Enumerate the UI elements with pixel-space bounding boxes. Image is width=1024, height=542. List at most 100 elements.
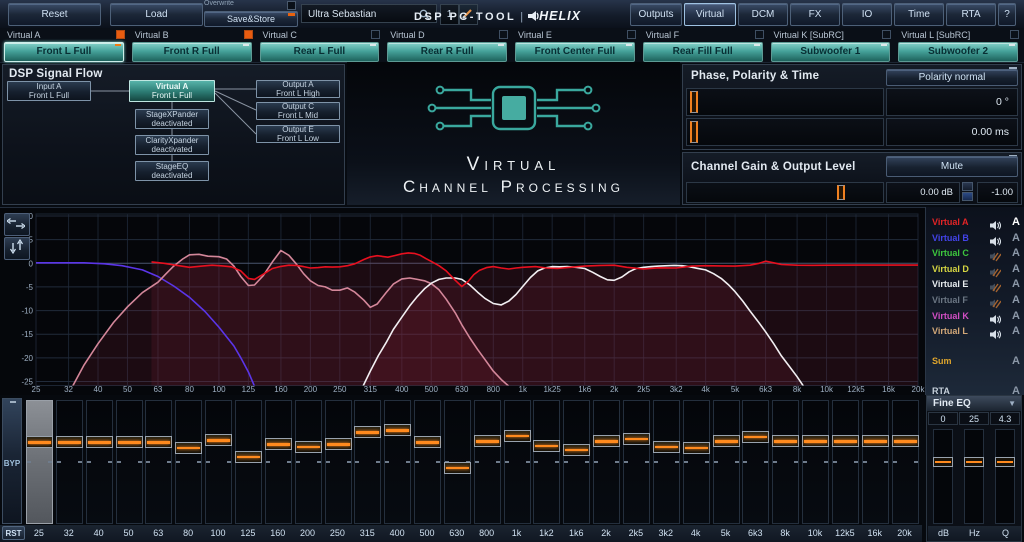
speaker-tab-subwoofer-1[interactable]: Subwoofer 1 [771,42,891,62]
eq-band-handle-500[interactable] [414,436,441,448]
legend-channel-label[interactable]: Virtual A [932,217,969,227]
muted-speaker-icon[interactable] [990,249,1001,260]
channel-a-badge[interactable]: A [1012,325,1020,337]
legend-channel-label[interactable]: Virtual C [932,248,969,258]
eq-band-track-800[interactable] [474,400,501,524]
eq-band-handle-160[interactable] [265,438,292,450]
eq-band-track-1k2[interactable] [533,400,560,524]
eq-band-handle-100[interactable] [205,434,232,446]
eq-band-track-2k[interactable] [593,400,620,524]
eq-band-track-10k[interactable] [802,400,829,524]
legend-channel-label[interactable]: Virtual E [932,279,968,289]
gain-slider-handle[interactable] [837,185,845,200]
eq-band-track-250[interactable] [325,400,352,524]
flow-node-output-e[interactable]: Output EFront L Low [256,125,340,143]
flow-node-clarityxpander[interactable]: ClarityXpanderdeactivated [135,135,209,155]
eq-band-track-50[interactable] [116,400,143,524]
eq-band-handle-315[interactable] [354,426,381,438]
legend-channel-label[interactable]: Virtual D [932,264,969,274]
eq-band-track-1k[interactable] [504,400,531,524]
eq-band-handle-12k5[interactable] [832,435,859,447]
eq-band-track-125[interactable] [235,400,262,524]
flow-node-input-a[interactable]: Input AFront L Full [7,81,91,101]
eq-band-handle-16k[interactable] [862,435,889,447]
channel-link-checkbox[interactable] [499,30,508,39]
fine-eq-handle-hz[interactable] [964,457,984,467]
eq-band-track-3k2[interactable] [653,400,680,524]
eq-band-handle-1k6[interactable] [563,444,590,456]
eq-band-handle-2k[interactable] [593,435,620,447]
eq-band-handle-400[interactable] [384,424,411,436]
phase-value[interactable]: 0 ° [886,88,1018,116]
legend-channel-label[interactable]: Virtual F [932,295,968,305]
flow-node-output-c[interactable]: Output CFront L Mid [256,102,340,120]
eq-band-handle-200[interactable] [295,441,322,453]
channel-link-checkbox[interactable] [882,30,891,39]
zoom-vertical-button[interactable] [4,237,30,260]
eq-band-track-40[interactable] [86,400,113,524]
fine-eq-handle-q[interactable] [995,457,1015,467]
eq-band-handle-20k[interactable] [892,435,919,447]
phase-slider-handle[interactable] [690,91,698,113]
time-delay-slider[interactable] [686,118,884,146]
eq-band-track-25[interactable] [26,400,53,524]
speaker-icon[interactable] [990,327,1001,338]
muted-speaker-icon[interactable] [990,265,1001,276]
eq-band-handle-80[interactable] [175,442,202,454]
time-slider-handle[interactable] [690,121,698,143]
eq-band-track-16k[interactable] [862,400,889,524]
speaker-icon[interactable] [990,312,1001,323]
eq-band-handle-10k[interactable] [802,435,829,447]
eq-band-handle-40[interactable] [86,436,113,448]
fine-eq-handle-db[interactable] [933,457,953,467]
response-chart[interactable]: 2532405063801001251602002503154005006308… [0,208,1024,396]
eq-band-track-63[interactable] [145,400,172,524]
eq-band-track-200[interactable] [295,400,322,524]
eq-band-track-20k[interactable] [892,400,919,524]
legend-channel-label[interactable]: Virtual L [932,326,968,336]
reset-button[interactable]: Reset [8,3,101,26]
legend-channel-label[interactable]: Virtual B [932,233,969,243]
channel-a-badge[interactable]: A [1012,355,1020,367]
nav-button-rta[interactable]: RTA [946,3,996,26]
speaker-tab-subwoofer-2[interactable]: Subwoofer 2 [898,42,1018,62]
nav-button-[interactable]: ? [998,3,1016,26]
channel-a-badge[interactable]: A [1012,278,1020,290]
channel-link-checkbox[interactable] [371,30,380,39]
flow-node-virtual-a[interactable]: Virtual AFront L Full [129,80,215,102]
eq-band-track-32[interactable] [56,400,83,524]
eq-band-track-80[interactable] [175,400,202,524]
eq-band-handle-1k[interactable] [504,430,531,442]
fine-eq-header[interactable]: Fine EQ▼ [927,396,1021,411]
eq-band-handle-5k[interactable] [713,435,740,447]
eq-band-track-630[interactable] [444,400,471,524]
gain-value[interactable]: 0.00 dB [886,182,960,203]
muted-speaker-icon[interactable] [990,296,1001,307]
channel-link-checkbox[interactable] [244,30,253,39]
muted-speaker-icon[interactable] [990,280,1001,291]
speaker-icon[interactable] [990,234,1001,245]
channel-link-checkbox[interactable] [755,30,764,39]
legend-channel-label[interactable]: Virtual K [932,311,969,321]
fine-eq-value-db[interactable]: 0 [928,412,958,425]
eq-band-track-2k5[interactable] [623,400,650,524]
nav-button-time[interactable]: Time [894,3,944,26]
polarity-button[interactable]: Polarity normal [886,69,1018,86]
speaker-tab-front-center-full[interactable]: Front Center Full [515,42,635,62]
speaker-icon[interactable] [990,218,1001,229]
eq-band-handle-2k5[interactable] [623,433,650,445]
gain-slider[interactable] [686,182,884,203]
eq-band-track-315[interactable] [354,400,381,524]
speaker-tab-rear-l-full[interactable]: Rear L Full [260,42,380,62]
eq-band-track-5k[interactable] [713,400,740,524]
zoom-horizontal-button[interactable] [4,213,30,236]
gain-stepper[interactable] [962,182,975,203]
channel-a-badge[interactable]: A [1012,232,1020,244]
channel-a-badge[interactable]: A [1012,294,1020,306]
speaker-tab-front-l-full[interactable]: Front L Full [4,42,124,62]
eq-band-track-500[interactable] [414,400,441,524]
nav-button-virtual[interactable]: Virtual [684,3,736,26]
eq-band-handle-4k[interactable] [683,442,710,454]
eq-band-handle-800[interactable] [474,435,501,447]
eq-band-track-12k5[interactable] [832,400,859,524]
